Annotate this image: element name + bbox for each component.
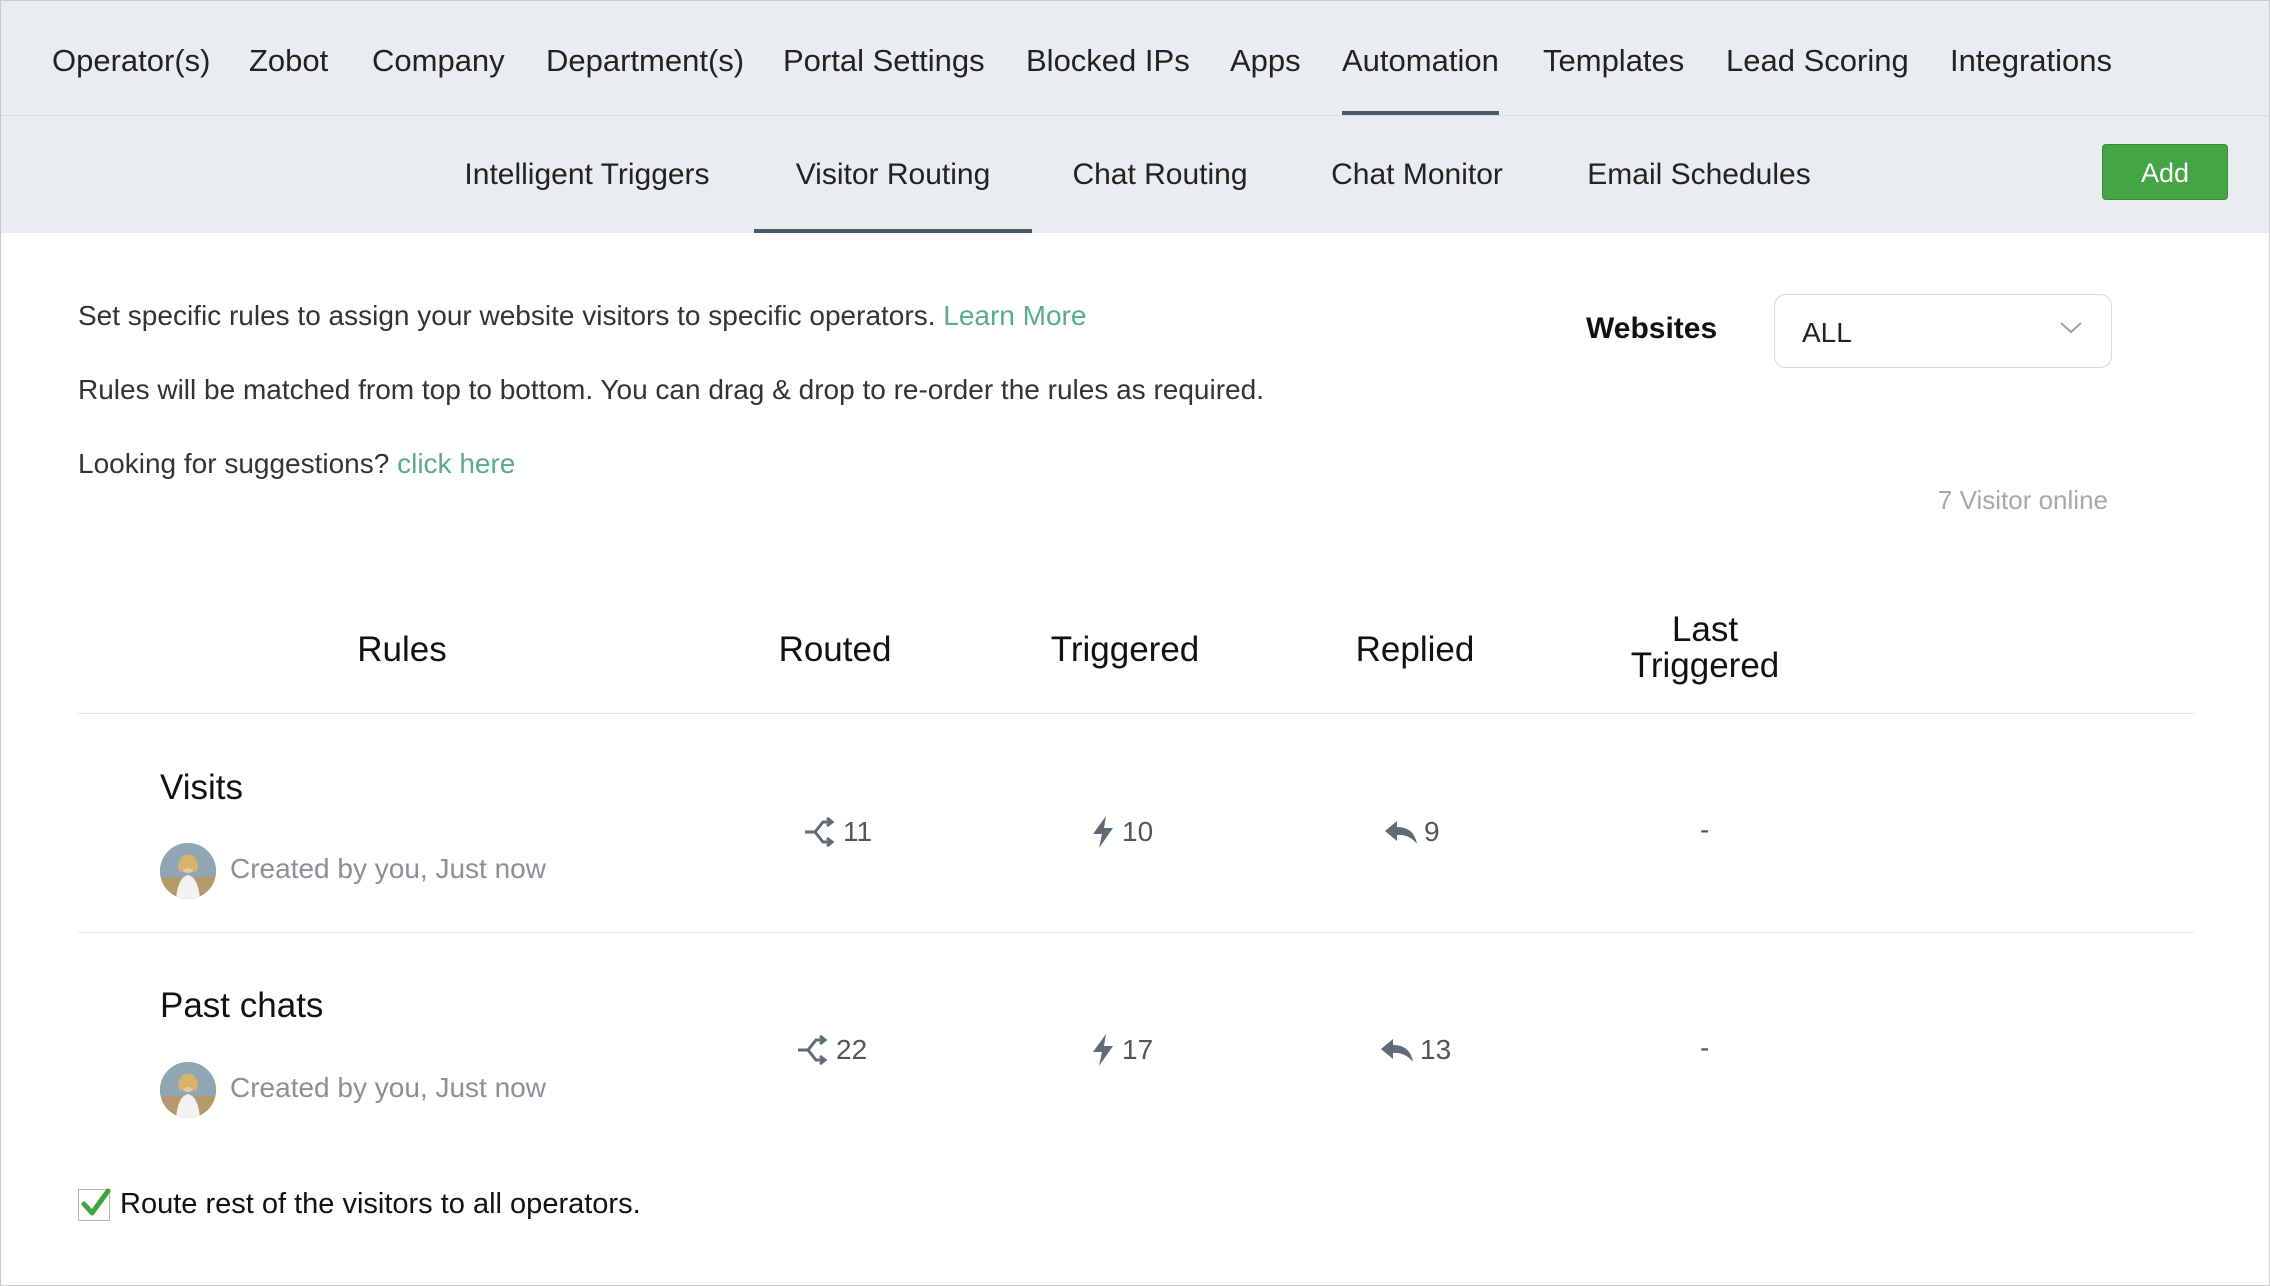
top-nav: Operator(s) Zobot Company Department(s) … [0,0,2270,116]
routed-stat: 22 [796,1030,867,1070]
nav-lead-scoring[interactable]: Lead Scoring [1726,0,1909,115]
websites-label: Websites [1586,312,1718,345]
triggered-count: 10 [1122,816,1154,847]
replied-stat: 13 [1380,1030,1451,1070]
info-line-1: Set specific rules to assign your websit… [78,300,1086,332]
col-header-replied: Replied [1355,630,1475,669]
col-header-last-triggered-line1: Last [1671,610,1739,649]
click-here-link[interactable]: click here [397,448,515,479]
websites-select[interactable]: ALL [1774,294,2112,368]
col-header-last-triggered: Last Triggered [1600,612,1810,684]
visitors-online-count: 7 Visitor online [1937,485,2108,515]
rule-name-visits[interactable]: Visits [160,768,243,808]
tab-email-schedules[interactable]: Email Schedules [1548,116,1850,233]
nav-company[interactable]: Company [372,0,505,115]
routed-count: 11 [843,816,873,847]
tab-chat-routing[interactable]: Chat Routing [1034,116,1286,233]
reply-icon [1385,821,1417,844]
triggered-count: 17 [1122,1034,1154,1065]
nav-operators[interactable]: Operator(s) [52,0,210,115]
triggered-stat: 10 [1090,812,1153,852]
info-line-3: Looking for suggestions? click here [78,448,515,480]
rule-name-past-chats[interactable]: Past chats [160,986,323,1026]
tab-intelligent-triggers[interactable]: Intelligent Triggers [422,116,752,233]
nav-portal-settings[interactable]: Portal Settings [783,0,985,115]
nav-templates[interactable]: Templates [1543,0,1684,115]
nav-departments[interactable]: Department(s) [546,0,744,115]
nav-blocked-ips[interactable]: Blocked IPs [1026,0,1190,115]
user-photo-icon [160,843,216,899]
routed-count: 22 [836,1034,868,1065]
header-divider [78,713,2194,714]
chevron-down-icon [2060,322,2082,334]
col-header-rules: Rules [357,630,447,669]
avatar [160,843,216,899]
nav-automation[interactable]: Automation [1342,0,1499,115]
col-header-triggered: Triggered [1050,630,1200,669]
reply-icon [1381,1039,1413,1062]
nav-integrations[interactable]: Integrations [1950,0,2112,115]
info-line-2: Rules will be matched from top to bottom… [78,374,1264,405]
replied-count: 13 [1420,1034,1452,1065]
learn-more-link[interactable]: Learn More [943,300,1086,331]
lightning-icon [1093,816,1113,848]
last-triggered-value: - [1700,814,1710,845]
replied-stat: 9 [1384,812,1440,852]
col-header-routed: Routed [778,630,892,669]
websites-selected-value: ALL [1802,317,1852,348]
avatar [160,1062,216,1118]
col-header-last-triggered-line2: Triggered [1630,646,1780,685]
info-text-1: Set specific rules to assign your websit… [78,300,936,331]
sub-nav: Intelligent Triggers Visitor Routing Cha… [0,116,2270,233]
add-button[interactable]: Add [2102,144,2228,200]
nav-apps[interactable]: Apps [1230,0,1301,115]
row-divider [78,932,2194,933]
lightning-icon [1093,1034,1113,1066]
routed-stat: 11 [803,812,872,852]
nav-zobot[interactable]: Zobot [249,0,328,115]
tab-visitor-routing[interactable]: Visitor Routing [754,116,1032,233]
replied-count: 9 [1424,816,1440,847]
triggered-stat: 17 [1090,1030,1153,1070]
routing-icon [805,817,835,847]
info-text-3: Looking for suggestions? [78,448,390,479]
routing-icon [798,1035,828,1065]
route-rest-checkbox[interactable] [78,1188,111,1221]
rule-created-info: Created by you, Just now [230,853,546,884]
user-photo-icon [160,1062,216,1118]
tab-chat-monitor[interactable]: Chat Monitor [1288,116,1546,233]
checkmark-icon [81,1188,111,1215]
route-rest-option[interactable]: Route rest of the visitors to all operat… [78,1188,641,1221]
route-rest-label: Route rest of the visitors to all operat… [120,1188,641,1220]
last-triggered-value: - [1700,1032,1710,1063]
rule-created-info: Created by you, Just now [230,1072,546,1103]
